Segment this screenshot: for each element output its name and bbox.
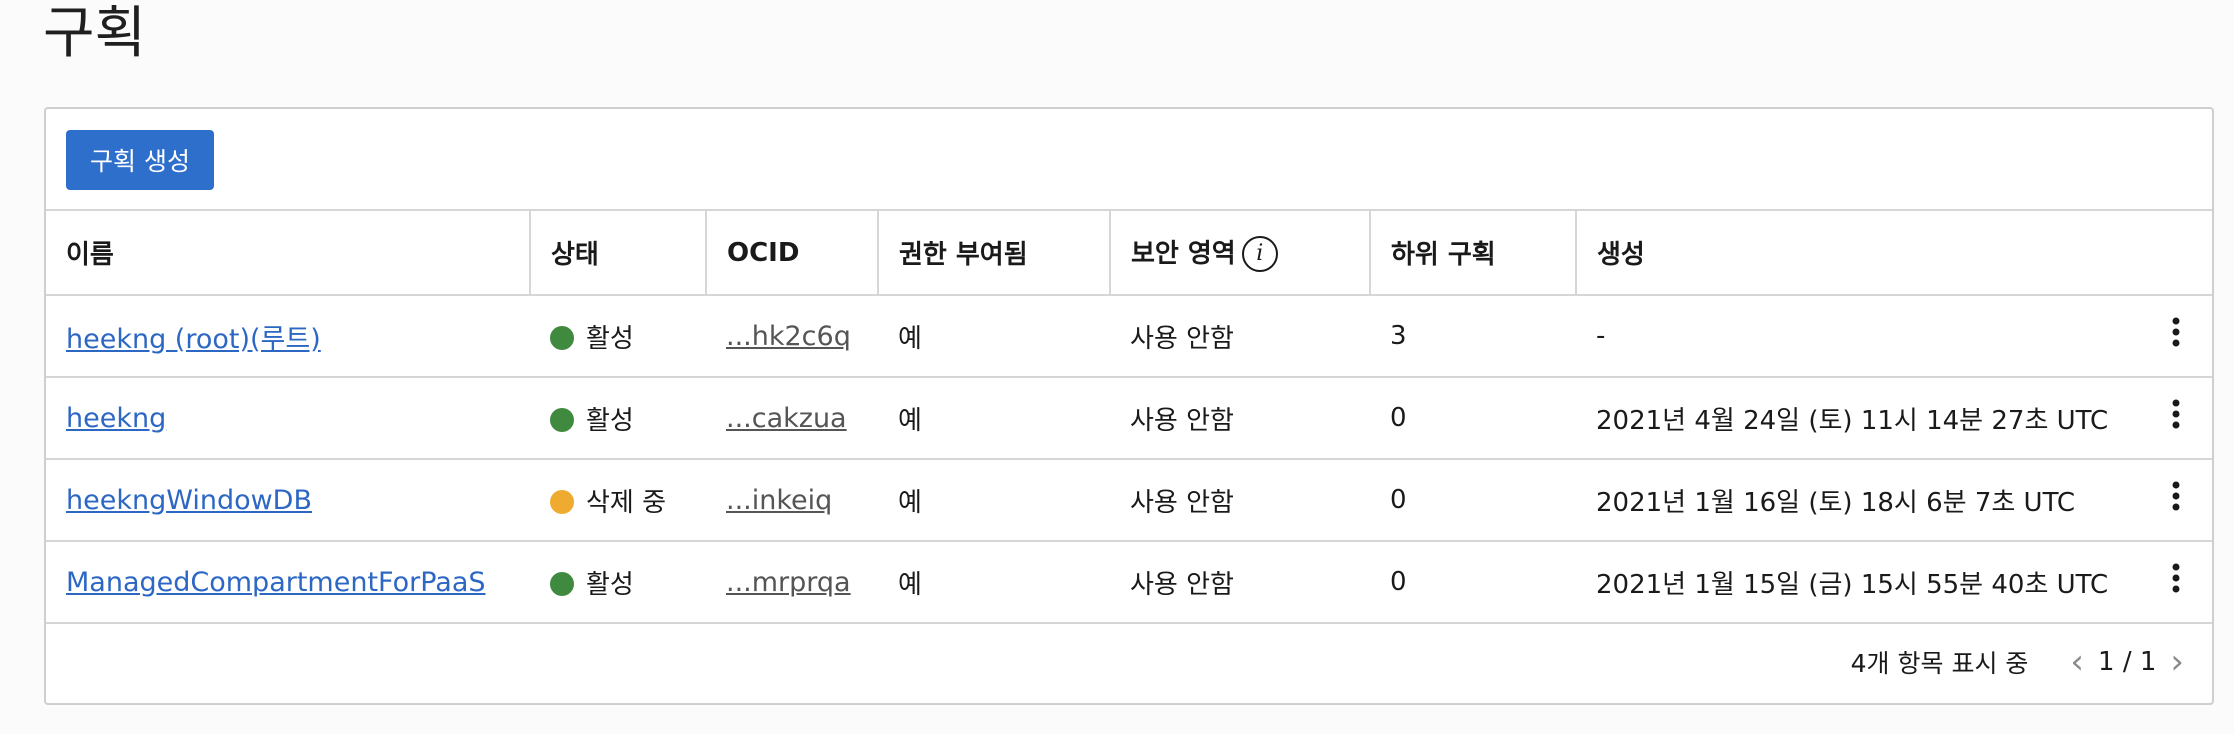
name-cell: heekng (root)(루트) — [46, 295, 530, 378]
compartments-panel: 구획 생성 이름 상태 OCID 권한 부여됨 보안 영역 i 하위 구획 생성 … — [44, 107, 2214, 705]
created-cell: 2021년 4월 24일 (토) 11시 14분 27초 UTC — [1576, 377, 2212, 460]
table-header-row: 이름 상태 OCID 권한 부여됨 보안 영역 i 하위 구획 생성 — [46, 211, 2212, 296]
column-header-security-zone[interactable]: 보안 영역 i — [1110, 211, 1371, 296]
column-header-ocid[interactable]: OCID — [706, 211, 879, 296]
info-icon[interactable]: i — [1241, 236, 1278, 273]
state-cell: 활성 — [530, 377, 706, 460]
state-label: 활성 — [586, 569, 634, 600]
compartment-name-link[interactable]: heekngWindowDB — [66, 485, 312, 516]
compartment-name-link[interactable]: ManagedCompartmentForPaaS — [66, 567, 486, 598]
status-dot — [550, 407, 574, 432]
ocid-link[interactable]: ...cakzua — [726, 403, 847, 434]
column-header-name[interactable]: 이름 — [46, 211, 531, 296]
chevron-right-icon[interactable]: › — [2162, 642, 2192, 682]
column-header-security-zone-label: 보안 영역 — [1131, 238, 1236, 269]
state-cell: 활성 — [530, 295, 706, 378]
state-label: 활성 — [586, 405, 634, 436]
security-zone-cell: 사용 안함 — [1110, 295, 1370, 378]
status-dot — [550, 325, 574, 350]
created-cell: 2021년 1월 16일 (토) 18시 6분 7초 UTC — [1576, 459, 2212, 542]
state-label: 삭제 중 — [586, 487, 667, 518]
table-row: heekng 활성 ...cakzua 예 사용 안함 0 2021년 4월 24일 (토)… — [46, 377, 2212, 460]
page-indicator: 1 / 1 — [2098, 647, 2157, 677]
compartments-table: 이름 상태 OCID 권한 부여됨 보안 영역 i 하위 구획 생성 heekng… — [46, 211, 2212, 624]
security-zone-cell: 사용 안함 — [1110, 541, 1370, 624]
status-dot — [550, 489, 574, 514]
authorized-cell: 예 — [878, 459, 1110, 542]
column-header-state[interactable]: 상태 — [530, 211, 707, 296]
toolbar: 구획 생성 — [46, 109, 2212, 211]
column-header-authorized[interactable]: 권한 부여됨 — [878, 211, 1111, 296]
status-dot — [550, 571, 574, 596]
subcompartments-cell: 0 — [1370, 377, 1576, 460]
ocid-cell: ...cakzua — [706, 377, 878, 460]
ocid-cell: ...inkeiq — [706, 459, 878, 542]
state-label: 활성 — [586, 323, 634, 354]
more-vertical-icon[interactable] — [2172, 316, 2198, 356]
created-value: - — [1596, 321, 1606, 351]
subcompartments-cell: 3 — [1370, 295, 1576, 378]
item-count: 4개 항목 표시 중 — [1850, 649, 2029, 678]
subcompartments-cell: 0 — [1370, 459, 1576, 542]
security-zone-cell: 사용 안함 — [1110, 459, 1370, 542]
security-zone-cell: 사용 안함 — [1110, 377, 1370, 460]
name-cell: ManagedCompartmentForPaaS — [46, 541, 530, 624]
state-cell: 활성 — [530, 541, 706, 624]
page-title: 구획 — [43, 1, 147, 66]
column-header-subcompartments[interactable]: 하위 구획 — [1370, 211, 1577, 296]
more-vertical-icon[interactable] — [2172, 562, 2198, 602]
chevron-left-icon[interactable]: ‹ — [2062, 642, 2092, 682]
name-cell: heekngWindowDB — [46, 459, 530, 542]
ocid-link[interactable]: ...hk2c6q — [726, 321, 851, 352]
state-cell: 삭제 중 — [530, 459, 706, 542]
create-compartment-button[interactable]: 구획 생성 — [66, 130, 214, 190]
table-footer: 4개 항목 표시 중 ‹ 1 / 1 › — [46, 621, 2212, 703]
ocid-link[interactable]: ...mrprqa — [726, 567, 851, 598]
ocid-link[interactable]: ...inkeiq — [726, 485, 832, 516]
authorized-cell: 예 — [878, 295, 1110, 378]
compartment-name-link[interactable]: heekng — [66, 403, 166, 434]
name-cell: heekng — [46, 377, 530, 460]
created-value: 2021년 1월 15일 (금) 15시 55분 40초 UTC — [1596, 569, 2109, 600]
column-header-created[interactable]: 생성 — [1576, 211, 2212, 296]
more-vertical-icon[interactable] — [2172, 398, 2198, 438]
authorized-cell: 예 — [878, 541, 1110, 624]
more-vertical-icon[interactable] — [2172, 480, 2198, 520]
ocid-cell: ...mrprqa — [706, 541, 878, 624]
table-row: heekngWindowDB 삭제 중 ...inkeiq 예 사용 안함 0 2021년 … — [46, 459, 2212, 542]
subcompartments-cell: 0 — [1370, 541, 1576, 624]
ocid-cell: ...hk2c6q — [706, 295, 878, 378]
authorized-cell: 예 — [878, 377, 1110, 460]
created-cell: - — [1576, 295, 2212, 378]
table-row: ManagedCompartmentForPaaS 활성 ...mrprqa 예 사용 … — [46, 541, 2212, 624]
table-row: heekng (root)(루트) 활성 ...hk2c6q 예 사용 안함 3- — [46, 295, 2212, 378]
compartment-name-link[interactable]: heekng (root)(루트) — [66, 324, 321, 355]
created-cell: 2021년 1월 15일 (금) 15시 55분 40초 UTC — [1576, 541, 2212, 624]
created-value: 2021년 4월 24일 (토) 11시 14분 27초 UTC — [1596, 405, 2109, 436]
created-value: 2021년 1월 16일 (토) 18시 6분 7초 UTC — [1596, 487, 2076, 518]
